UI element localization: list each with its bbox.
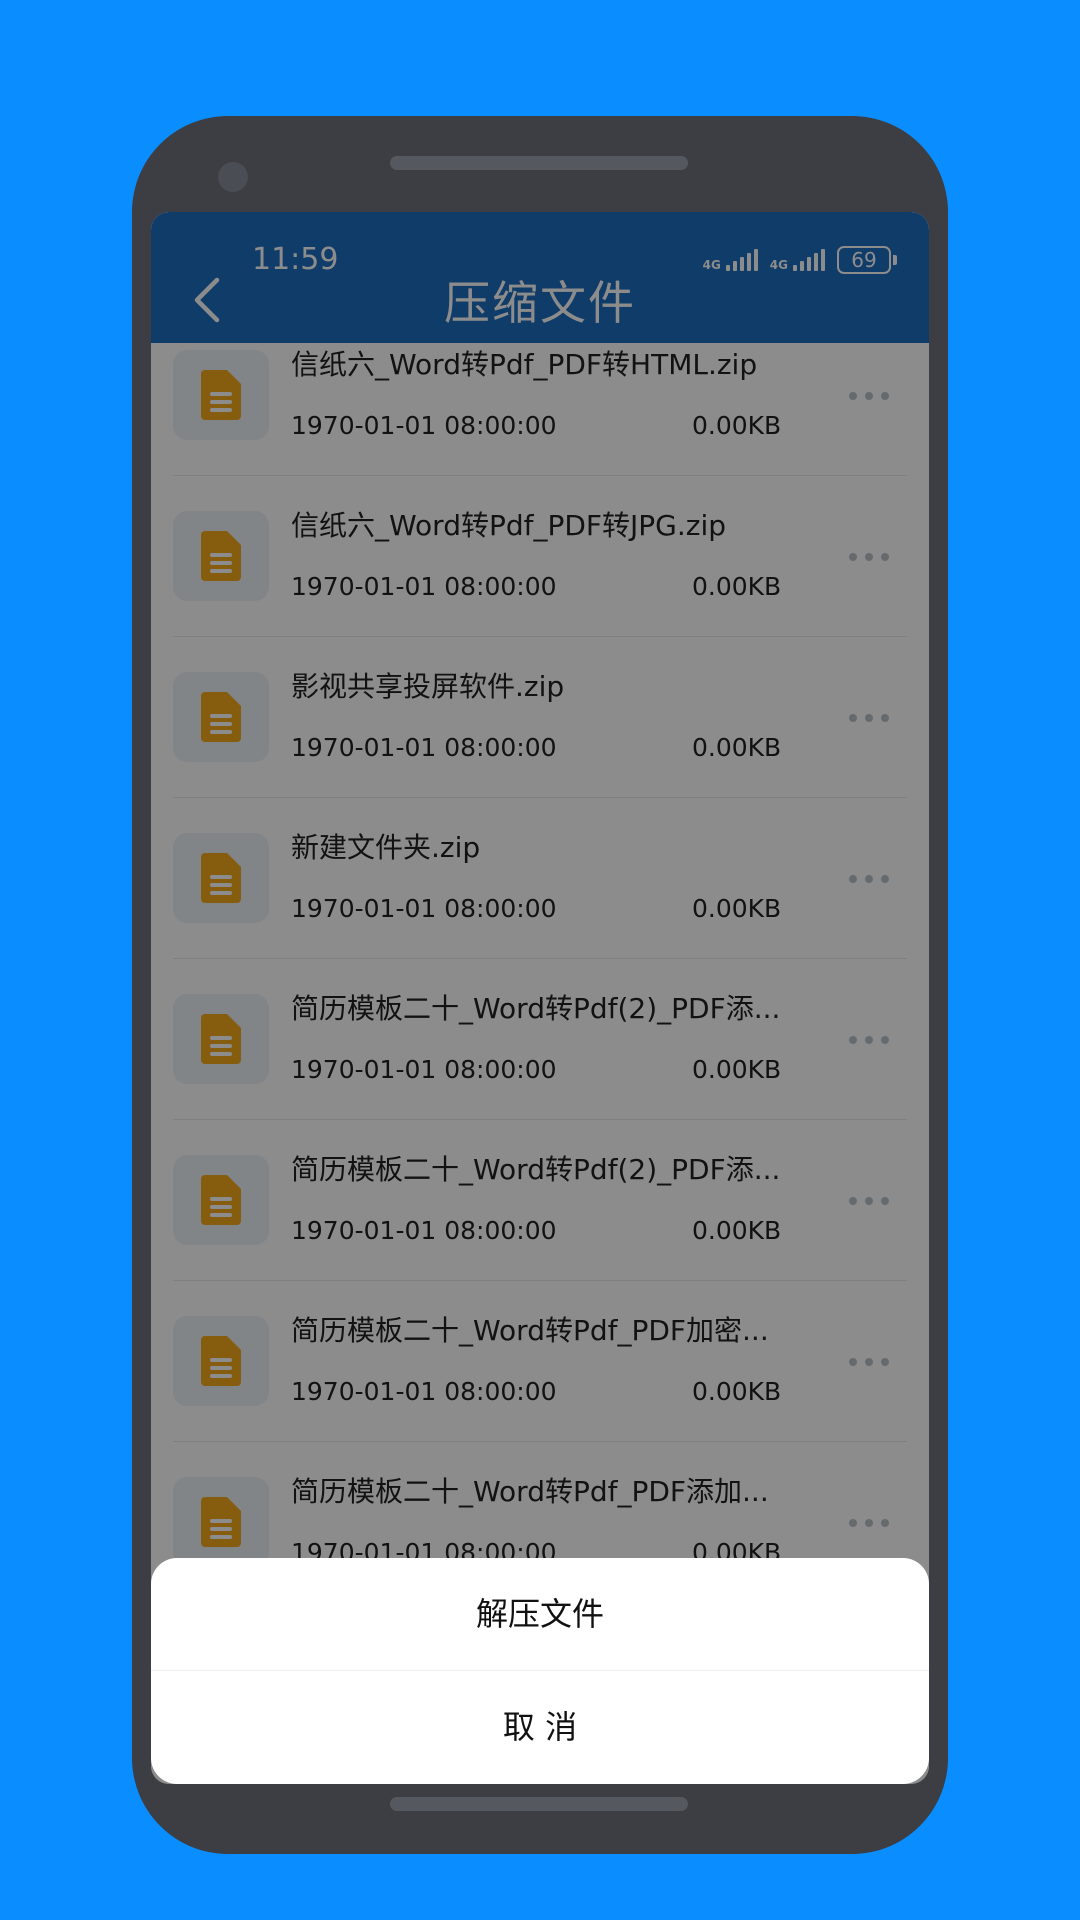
extract-button[interactable]: 解压文件 xyxy=(151,1558,929,1670)
home-indicator xyxy=(390,1797,688,1811)
action-sheet: 解压文件 取 消 xyxy=(151,1558,929,1784)
front-camera xyxy=(218,162,248,192)
modal-overlay[interactable] xyxy=(151,212,929,1784)
earpiece-speaker xyxy=(390,156,688,170)
app-screen: 11:59 4G 4G 69 压缩文件 信纸六_Word转Pdf_PDF转HTM… xyxy=(151,212,929,1784)
cancel-button[interactable]: 取 消 xyxy=(151,1671,929,1783)
